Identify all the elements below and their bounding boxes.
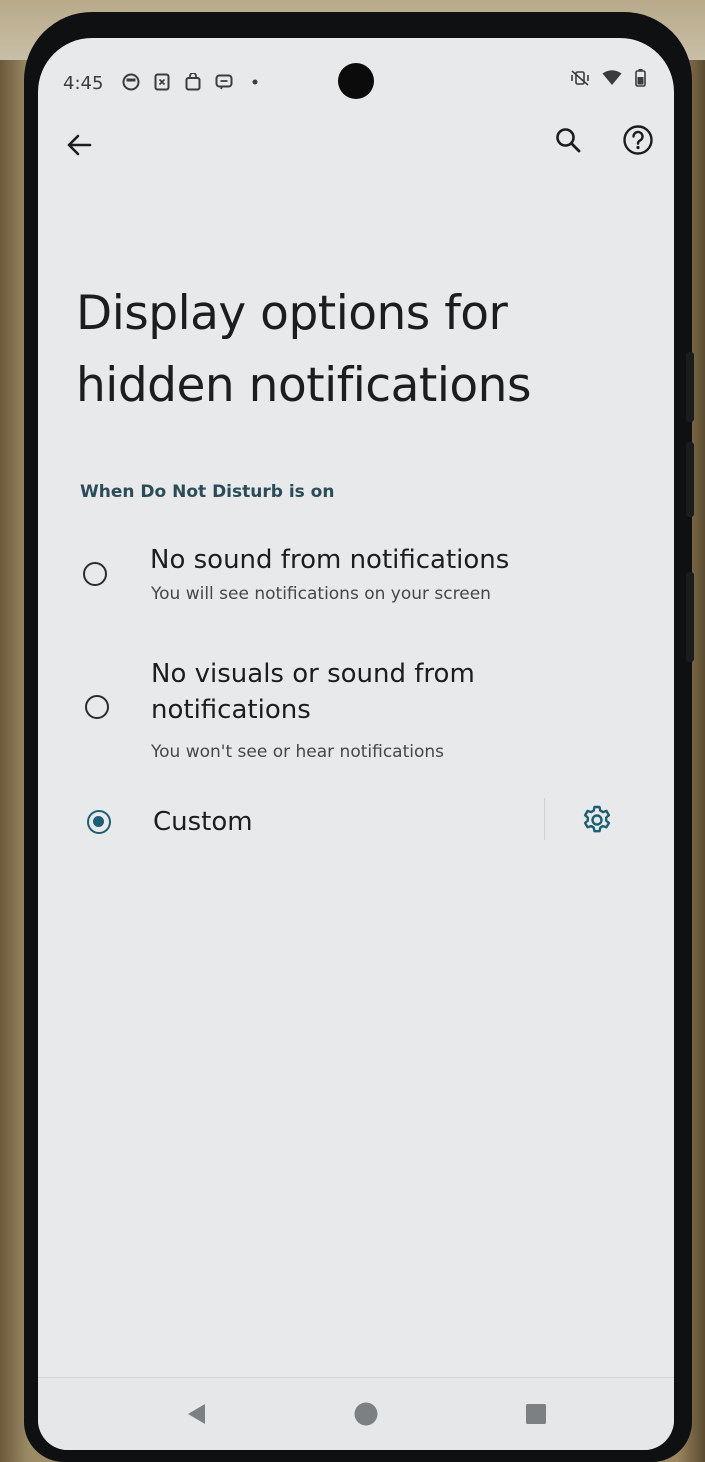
radio-no-sound[interactable] bbox=[83, 562, 107, 586]
search-button[interactable] bbox=[546, 118, 590, 162]
nav-home-button[interactable] bbox=[348, 1396, 384, 1432]
custom-divider bbox=[544, 798, 545, 840]
page-title: Display options for hidden notifications bbox=[76, 278, 636, 422]
side-button-power bbox=[686, 352, 694, 422]
option-subtitle: You will see notifications on your scree… bbox=[151, 584, 491, 604]
battery-icon bbox=[634, 68, 646, 88]
side-button-extra bbox=[686, 572, 694, 662]
radio-no-visuals-sound[interactable] bbox=[85, 695, 109, 719]
bag-icon bbox=[183, 72, 203, 92]
side-button-volume bbox=[686, 442, 694, 517]
radio-custom[interactable] bbox=[87, 810, 111, 834]
app-bar bbox=[38, 125, 674, 188]
back-button[interactable] bbox=[57, 123, 101, 167]
custom-settings-button[interactable] bbox=[575, 798, 619, 842]
navigation-bar bbox=[38, 1377, 674, 1450]
help-icon bbox=[623, 125, 653, 155]
option-title-line2: notifications bbox=[151, 695, 311, 725]
help-button[interactable] bbox=[616, 118, 660, 162]
square-recents-icon bbox=[526, 1404, 546, 1424]
triangle-back-icon bbox=[188, 1404, 205, 1424]
option-title: No sound from notifications bbox=[150, 545, 510, 575]
message-icon bbox=[214, 72, 234, 92]
front-camera bbox=[338, 63, 374, 99]
wifi-icon bbox=[602, 68, 622, 88]
search-icon bbox=[556, 128, 581, 153]
status-bar: 4:45 bbox=[38, 38, 674, 128]
nav-recents-button[interactable] bbox=[518, 1396, 554, 1432]
phone-frame: 4:45 Display options for hidden notifica… bbox=[24, 12, 694, 1462]
vibrate-off-icon bbox=[570, 68, 590, 88]
option-title: Custom bbox=[153, 807, 253, 837]
notification-app-icon bbox=[121, 72, 141, 92]
page-title-line1: Display options for bbox=[76, 286, 508, 341]
sim-icon bbox=[152, 72, 172, 92]
dot-icon bbox=[245, 72, 265, 92]
arrow-left-icon bbox=[67, 134, 92, 156]
section-header: When Do Not Disturb is on bbox=[80, 482, 335, 502]
option-title-line1: No visuals or sound from bbox=[151, 659, 475, 689]
nav-back-button[interactable] bbox=[178, 1396, 214, 1432]
option-no-visuals-sound[interactable]: No visuals or sound from notifications Y… bbox=[38, 650, 674, 780]
screen: 4:45 Display options for hidden notifica… bbox=[38, 38, 674, 1450]
status-left-icons bbox=[121, 72, 265, 92]
gear-icon bbox=[583, 805, 611, 833]
page-title-line2: hidden notifications bbox=[76, 358, 531, 413]
option-subtitle: You won't see or hear notifications bbox=[151, 742, 445, 762]
status-time: 4:45 bbox=[63, 73, 104, 94]
circle-home-icon bbox=[354, 1402, 378, 1426]
option-no-sound[interactable]: No sound from notifications You will see… bbox=[38, 538, 674, 634]
status-right-icons bbox=[570, 68, 646, 88]
